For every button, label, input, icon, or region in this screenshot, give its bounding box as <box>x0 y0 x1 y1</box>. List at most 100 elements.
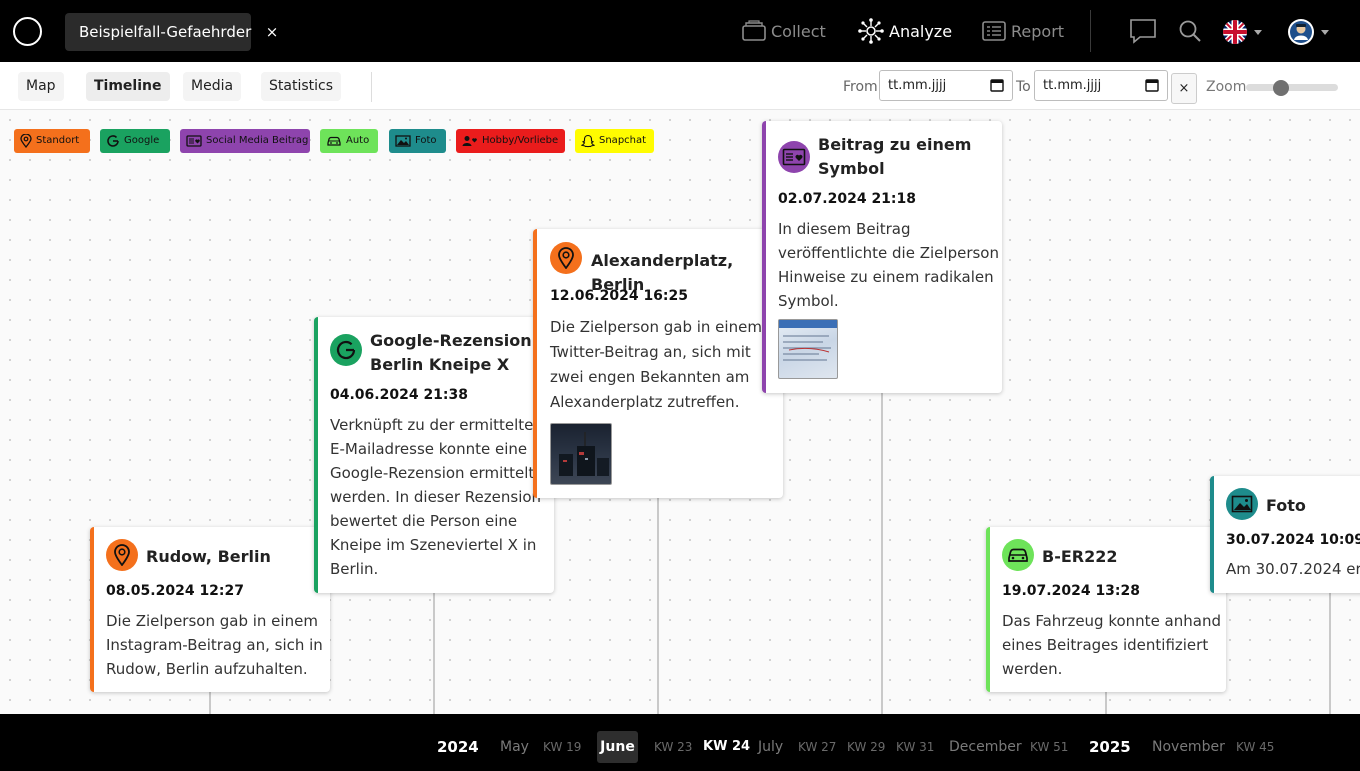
event-title: B-ER222 <box>1042 547 1118 566</box>
to-date-input[interactable]: tt.mm.jjjj <box>1034 70 1168 101</box>
legend-label: Foto <box>415 135 437 146</box>
location-pin-icon <box>106 539 138 571</box>
event-connector-line <box>657 493 659 714</box>
event-card[interactable]: Google-Rezension Berlin Kneipe X 04.06.2… <box>314 317 554 593</box>
axis-week[interactable]: KW 19 <box>543 740 581 754</box>
case-tab-close-button[interactable]: × <box>263 22 281 42</box>
event-description: In diesem Beitrag veröffentlichte die Zi… <box>778 220 999 310</box>
event-thumbnail[interactable] <box>778 319 838 379</box>
axis-month[interactable]: May <box>500 739 529 755</box>
from-date-value: tt.mm.jjjj <box>888 78 947 93</box>
photo-icon <box>1226 488 1258 520</box>
collect-icon <box>742 20 766 41</box>
calendar-icon[interactable] <box>1145 78 1159 92</box>
legend-chip-foto[interactable]: Foto <box>389 129 446 153</box>
event-date: 04.06.2024 21:38 <box>330 387 469 403</box>
axis-month[interactable]: July <box>758 739 783 755</box>
view-toolbar: Map Timeline Media Statistics From tt.mm… <box>0 62 1360 110</box>
nav-analyze-label: Analyze <box>889 21 953 41</box>
legend-label: Snapchat <box>599 135 647 146</box>
axis-week[interactable]: KW 31 <box>896 740 934 754</box>
report-icon <box>982 21 1006 41</box>
event-title: Beitrag zu einem Symbol <box>818 135 972 178</box>
legend-chip-snapchat[interactable]: Snapchat <box>575 129 654 153</box>
analyze-icon <box>858 18 884 44</box>
event-card[interactable]: B-ER222 19.07.2024 13:28 Das Fahrzeug ko… <box>986 527 1226 692</box>
person-heart-icon <box>462 136 477 146</box>
event-card[interactable]: Alexanderplatz, Berlin 12.06.2024 16:25 … <box>533 229 783 498</box>
uk-flag-icon <box>1223 20 1247 44</box>
event-title: Google-Rezension Berlin Kneipe X <box>370 331 532 374</box>
from-label: From <box>843 79 878 95</box>
avatar-icon <box>1288 19 1314 45</box>
toolbar-divider <box>371 72 372 102</box>
user-menu[interactable] <box>1287 18 1329 46</box>
nav-divider <box>1090 10 1091 52</box>
location-pin-icon <box>550 242 582 274</box>
axis-month[interactable]: November <box>1152 739 1225 755</box>
chat-button[interactable] <box>1129 18 1157 44</box>
event-thumbnail[interactable] <box>550 423 612 485</box>
axis-week[interactable]: KW 23 <box>654 740 692 754</box>
legend-chip-social-media[interactable]: Social Media Beitrag <box>180 129 310 153</box>
from-date-input[interactable]: tt.mm.jjjj <box>879 70 1013 101</box>
event-description: Am 30.07.2024 ern <box>1226 560 1360 578</box>
zoom-slider[interactable] <box>1246 84 1338 91</box>
legend-chip-google[interactable]: Google <box>100 129 170 153</box>
top-bar: Beispielfall-Gefaehrder × Collect Analyz… <box>0 0 1360 62</box>
event-description: Verknüpft zu der ermittelten E-Mailadres… <box>330 416 543 578</box>
search-icon <box>1179 20 1201 42</box>
legend-label: Social Media Beitrag <box>206 135 309 146</box>
axis-week[interactable]: KW 51 <box>1030 740 1068 754</box>
event-date: 12.06.2024 16:25 <box>550 288 689 304</box>
timeline-axis[interactable]: 2024 May KW 19 June KW 23 KW 24 July KW … <box>0 714 1360 771</box>
case-tab[interactable]: Beispielfall-Gefaehrder <box>65 13 251 51</box>
timeline-canvas[interactable]: Standort Google Social Media Beitrag Aut… <box>0 110 1360 714</box>
axis-week[interactable]: KW 27 <box>798 740 836 754</box>
axis-week-current[interactable]: KW 24 <box>703 739 750 754</box>
legend-label: Google <box>124 135 160 146</box>
axis-month-current[interactable]: June <box>597 731 638 763</box>
legend-chip-hobby[interactable]: Hobby/Vorliebe <box>456 129 565 153</box>
zoom-label: Zoom <box>1206 79 1247 95</box>
event-card[interactable]: Beitrag zu einem Symbol 02.07.2024 21:18… <box>762 121 1002 393</box>
legend-label: Hobby/Vorliebe <box>482 135 559 146</box>
axis-month[interactable]: December <box>949 739 1022 755</box>
event-description: Die Zielperson gab in einem Twitter-Beit… <box>550 318 762 411</box>
tab-timeline[interactable]: Timeline <box>86 72 170 101</box>
search-button[interactable] <box>1178 19 1202 43</box>
axis-year[interactable]: 2024 <box>437 738 479 756</box>
legend-chip-auto[interactable]: Auto <box>320 129 378 153</box>
app-logo[interactable] <box>13 17 42 46</box>
legend-label: Auto <box>346 135 370 146</box>
nav-report[interactable]: Report <box>982 17 1064 45</box>
language-selector[interactable] <box>1222 19 1262 45</box>
location-pin-icon <box>20 134 32 148</box>
event-connector-line <box>881 390 883 714</box>
photo-icon <box>395 135 411 147</box>
post-icon <box>778 141 810 173</box>
event-connector-line <box>433 588 435 714</box>
event-title: Rudow, Berlin <box>146 547 271 566</box>
axis-week[interactable]: KW 29 <box>847 740 885 754</box>
tab-statistics[interactable]: Statistics <box>261 72 341 101</box>
clear-dates-button[interactable]: × <box>1171 73 1197 104</box>
tab-map[interactable]: Map <box>18 72 64 101</box>
axis-year[interactable]: 2025 <box>1089 738 1131 756</box>
legend-label: Standort <box>36 135 80 146</box>
chevron-down-icon <box>1321 29 1329 35</box>
event-card[interactable]: Rudow, Berlin 08.05.2024 12:27 Die Zielp… <box>90 527 330 692</box>
event-date: 02.07.2024 21:18 <box>778 191 917 207</box>
to-label: To <box>1016 79 1031 95</box>
legend-chip-standort[interactable]: Standort <box>14 129 90 153</box>
to-date-value: tt.mm.jjjj <box>1043 78 1102 93</box>
post-icon <box>186 135 202 147</box>
event-card[interactable]: Foto 30.07.2024 10:09 Am 30.07.2024 ern <box>1210 476 1360 593</box>
calendar-icon[interactable] <box>990 78 1004 92</box>
zoom-slider-handle[interactable] <box>1273 80 1289 96</box>
nav-collect[interactable]: Collect <box>742 17 826 45</box>
event-description: Das Fahrzeug konnte anhand eines Beitrag… <box>1002 612 1221 678</box>
axis-week[interactable]: KW 45 <box>1236 740 1274 754</box>
nav-analyze[interactable]: Analyze <box>858 17 952 45</box>
tab-media[interactable]: Media <box>183 72 242 101</box>
